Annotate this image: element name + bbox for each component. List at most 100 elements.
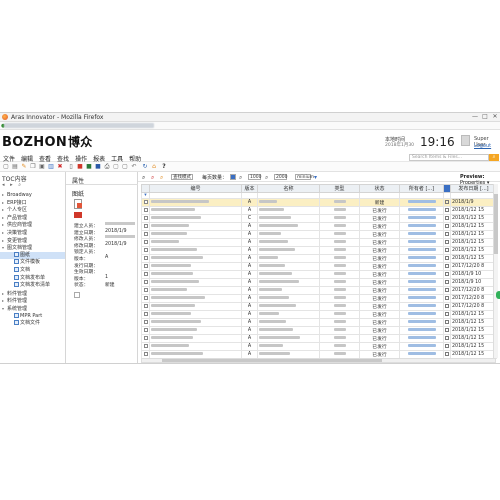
redacted-owner[interactable] bbox=[407, 336, 436, 339]
column-header[interactable] bbox=[443, 184, 451, 193]
row-checkbox[interactable] bbox=[445, 320, 449, 324]
row-checkbox[interactable] bbox=[445, 240, 449, 244]
table-row[interactable]: A 已发行 2018/1/12 15 bbox=[141, 326, 497, 335]
vertical-scrollbar[interactable] bbox=[493, 184, 498, 358]
table-row[interactable]: A 已发行 2018/1/12 15 bbox=[141, 238, 497, 247]
logout-link[interactable]: Logout bbox=[474, 143, 491, 149]
filter-icon[interactable]: ⌕ bbox=[239, 174, 242, 182]
page-size-dropdown[interactable] bbox=[230, 174, 236, 180]
tree-item[interactable]: 文档文件 bbox=[0, 320, 65, 327]
small-thumbnail-icon[interactable] bbox=[74, 292, 80, 298]
delete-icon[interactable]: ✖ bbox=[56, 163, 64, 171]
tree-item[interactable]: 文件模板 bbox=[0, 259, 65, 266]
column-header[interactable]: 名称 bbox=[257, 184, 320, 193]
tree-item[interactable]: ▸ 决策管理 bbox=[0, 229, 65, 236]
column-header[interactable]: 版本 bbox=[241, 184, 258, 193]
redacted-owner[interactable] bbox=[407, 312, 436, 315]
unlock-icon[interactable]: ▢ bbox=[121, 163, 129, 171]
column-header[interactable]: 所有者 [...] bbox=[399, 184, 444, 193]
redacted-owner[interactable] bbox=[407, 296, 436, 299]
page-icon[interactable]: ▯ bbox=[67, 163, 75, 171]
redacted-owner[interactable] bbox=[407, 280, 436, 283]
edit-icon[interactable]: ✎ bbox=[20, 163, 28, 171]
pdf-icon[interactable]: ■ bbox=[76, 163, 84, 171]
redacted-owner[interactable] bbox=[407, 328, 436, 331]
undo-icon[interactable]: ↶ bbox=[130, 163, 138, 171]
tree-item[interactable]: 文档发布清单 bbox=[0, 282, 65, 289]
tree-item[interactable]: ▸ 产品管理 bbox=[0, 214, 65, 221]
tree-item[interactable]: MPR Part bbox=[0, 312, 65, 320]
maximize-button[interactable]: □ bbox=[480, 113, 490, 122]
tree-item[interactable]: ▸ 供应商管理 bbox=[0, 221, 65, 228]
table-row[interactable]: A 已发行 2017/12/20 8 bbox=[141, 286, 497, 295]
excel-icon[interactable]: ■ bbox=[85, 163, 93, 171]
table-row[interactable]: A 已发行 2018/1/12 15 bbox=[141, 254, 497, 263]
page-size-input[interactable]: 1000 bbox=[248, 174, 261, 180]
copy-icon[interactable]: ❐ bbox=[29, 163, 37, 171]
search-input[interactable]: Search Items & Files... bbox=[409, 154, 489, 161]
redacted-owner[interactable] bbox=[407, 248, 436, 251]
column-header[interactable]: 发布日期 [...] bbox=[450, 184, 497, 193]
redacted-owner[interactable] bbox=[407, 232, 436, 235]
column-header[interactable]: 状态 bbox=[359, 184, 400, 193]
redacted-owner[interactable] bbox=[407, 224, 436, 227]
print-icon[interactable]: ⎙ bbox=[103, 163, 111, 171]
redacted-owner[interactable] bbox=[407, 240, 436, 243]
tree-item[interactable]: 图纸 bbox=[0, 251, 65, 259]
redacted-owner[interactable] bbox=[407, 200, 436, 203]
row-checkbox[interactable] bbox=[445, 256, 449, 260]
table-row[interactable]: A 已发行 2018/1/12 15 bbox=[141, 206, 497, 215]
redacted-owner[interactable] bbox=[407, 344, 436, 347]
horizontal-scrollbar[interactable] bbox=[141, 358, 496, 363]
row-checkbox[interactable] bbox=[445, 352, 449, 356]
table-row[interactable]: A 已发行 2018/1/12 15 bbox=[141, 334, 497, 343]
table-row[interactable]: A 已发行 2018/1/9 10 bbox=[141, 270, 497, 279]
table-row[interactable]: A 已发行 2017/12/20 8 bbox=[141, 262, 497, 271]
row-checkbox[interactable] bbox=[445, 288, 449, 292]
saved-search-icon[interactable]: ⌕ bbox=[160, 174, 163, 182]
column-header[interactable]: 类型 bbox=[319, 184, 360, 193]
search-button[interactable]: ⌕ bbox=[489, 154, 499, 161]
column-header[interactable]: 编号 bbox=[149, 184, 242, 193]
redacted-owner[interactable] bbox=[407, 288, 436, 291]
table-row[interactable]: A 已发行 2018/1/12 15 bbox=[141, 310, 497, 319]
save-close-icon[interactable]: ▥ bbox=[47, 163, 55, 171]
table-row[interactable]: A 已发行 2018/1/9 10 bbox=[141, 278, 497, 287]
help-icon[interactable]: ? bbox=[160, 163, 168, 171]
redacted-owner[interactable] bbox=[407, 264, 436, 267]
scroll-thumb[interactable] bbox=[162, 359, 382, 362]
side-tab-indicator[interactable] bbox=[496, 291, 500, 299]
redacted-owner[interactable] bbox=[407, 320, 436, 323]
redacted-owner[interactable] bbox=[407, 208, 436, 211]
redacted-owner[interactable] bbox=[407, 304, 436, 307]
search-mode-select[interactable]: 查找模式 bbox=[171, 174, 193, 180]
save-icon[interactable]: ▣ bbox=[38, 163, 46, 171]
url-bar[interactable]: ● bbox=[0, 122, 500, 130]
tree-item[interactable]: ▸ 个人专区 bbox=[0, 206, 65, 213]
redacted-owner[interactable] bbox=[407, 256, 436, 259]
redacted-owner[interactable] bbox=[407, 352, 436, 355]
table-row[interactable]: A 已发行 2018/1/12 15 bbox=[141, 246, 497, 255]
row-checkbox[interactable] bbox=[445, 216, 449, 220]
row-checkbox[interactable] bbox=[445, 344, 449, 348]
row-checkbox[interactable] bbox=[445, 280, 449, 284]
row-checkbox[interactable] bbox=[445, 328, 449, 332]
table-row[interactable]: A 已发行 2017/12/20 8 bbox=[141, 294, 497, 303]
row-checkbox[interactable] bbox=[445, 336, 449, 340]
table-row[interactable]: A 已发行 2017/12/20 8 bbox=[141, 302, 497, 311]
row-checkbox[interactable] bbox=[445, 272, 449, 276]
row-checkbox[interactable] bbox=[445, 200, 449, 204]
tree-item[interactable]: ▸ ERP接口 bbox=[0, 199, 65, 206]
max-results-icon[interactable]: ⌕ bbox=[265, 174, 268, 182]
table-row[interactable]: C 已发行 2018/1/12 15 bbox=[141, 214, 497, 223]
row-checkbox[interactable] bbox=[445, 232, 449, 236]
tree-item[interactable]: ▸ 料件管理 bbox=[0, 290, 65, 297]
row-checkbox[interactable] bbox=[445, 296, 449, 300]
clear-search-icon[interactable]: ⌕ bbox=[151, 174, 154, 182]
tree-item[interactable]: 文档 bbox=[0, 267, 65, 274]
table-row[interactable]: A 已发行 2018/1/12 15 bbox=[141, 342, 497, 351]
redacted-owner[interactable] bbox=[407, 216, 436, 219]
toc-tools[interactable]: ◂ ▸ ⌕ bbox=[2, 182, 23, 188]
tree-item[interactable]: ▸ 变更管理 bbox=[0, 237, 65, 244]
new-icon[interactable]: ▢ bbox=[2, 163, 10, 171]
